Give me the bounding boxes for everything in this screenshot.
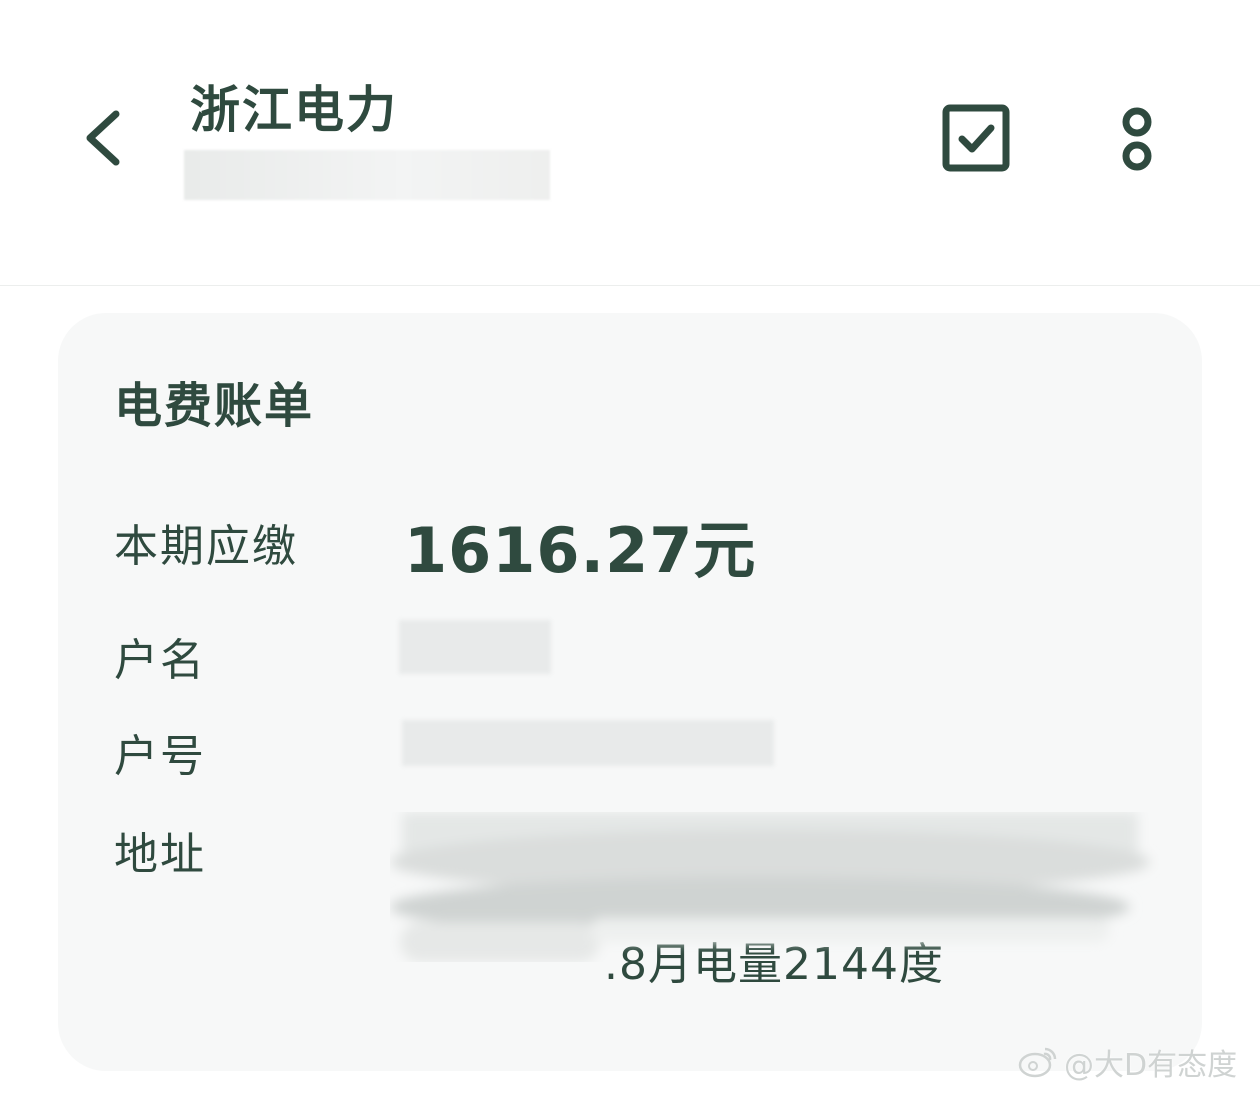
back-button[interactable] xyxy=(72,96,142,180)
bill-card-title: 电费账单 xyxy=(114,378,315,434)
more-vertical-icon xyxy=(1122,107,1152,171)
chevron-left-icon xyxy=(86,110,120,166)
more-options-button[interactable] xyxy=(1110,100,1164,178)
app-header xyxy=(0,0,1260,285)
address-label: 地址 xyxy=(114,829,206,880)
account-name-label: 户名 xyxy=(114,635,206,686)
account-number-label: 户号 xyxy=(114,731,206,782)
weibo-icon xyxy=(1018,1047,1057,1078)
watermark-text: @大D有态度 xyxy=(1064,1048,1238,1083)
redacted-subtitle xyxy=(184,150,550,200)
page-title: 浙江电力 xyxy=(190,81,398,139)
checkbox-icon xyxy=(942,104,1010,172)
redacted-address xyxy=(390,812,1150,962)
amount-label: 本期应缴 xyxy=(114,521,298,572)
amount-value: 1616.27元 xyxy=(404,514,757,587)
redacted-account-number xyxy=(402,720,774,766)
check-button[interactable] xyxy=(940,102,1012,174)
header-divider xyxy=(0,285,1260,286)
watermark: @大D有态度 xyxy=(1018,1040,1237,1084)
redacted-account-name xyxy=(399,620,551,674)
